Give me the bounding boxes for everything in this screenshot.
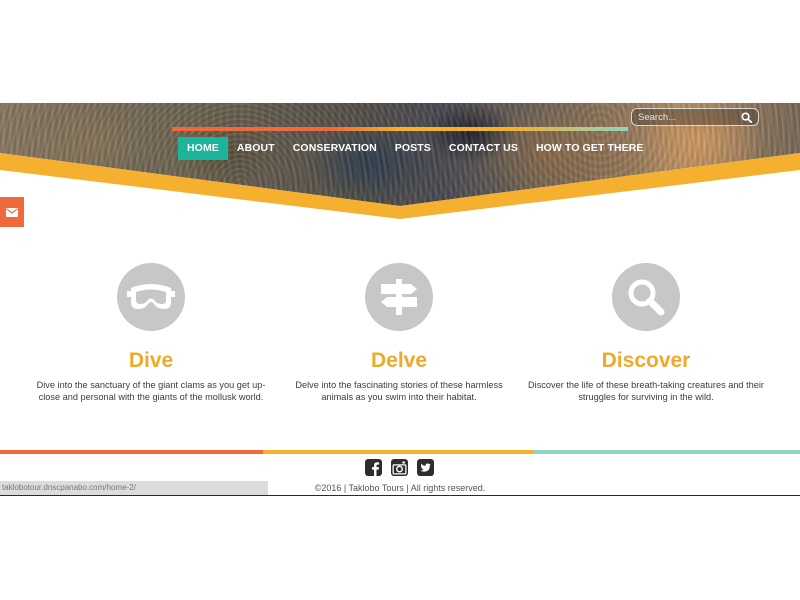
main-nav: HOME ABOUT CONSERVATION POSTS CONTACT US…	[178, 137, 653, 160]
instagram-icon[interactable]	[391, 459, 408, 476]
feature-title: Discover	[601, 349, 691, 372]
nav-item-home[interactable]: HOME	[178, 137, 228, 160]
footer-stripe-yellow	[263, 450, 534, 454]
feature-title: Dive	[128, 349, 174, 372]
feature-description: Discover the life of these breath-taking…	[528, 380, 764, 402]
signpost-icon	[381, 279, 417, 315]
feature-dive: Dive Dive into the sanctuary of the gian…	[31, 263, 271, 403]
search-input[interactable]	[632, 111, 738, 123]
feature-icon-circle	[612, 263, 680, 331]
search-box	[631, 108, 759, 126]
status-bar-url: taklobotour.dnscpanabo.com/home-2/	[0, 481, 268, 495]
nav-item-about[interactable]: ABOUT	[228, 137, 284, 160]
feature-icon-circle	[365, 263, 433, 331]
feature-icon-circle	[117, 263, 185, 331]
nav-item-conservation[interactable]: CONSERVATION	[284, 137, 386, 160]
nav-item-how-to-get-there[interactable]: HOW TO GET THERE	[527, 137, 653, 160]
page-bottom-border	[0, 495, 800, 496]
nav-item-posts[interactable]: POSTS	[386, 137, 440, 160]
diving-mask-icon	[127, 284, 175, 309]
nav-accent-stripe	[172, 127, 628, 131]
feature-discover: Discover Discover the life of these brea…	[526, 263, 766, 403]
mail-tab[interactable]	[0, 197, 24, 227]
envelope-icon	[6, 207, 18, 217]
feature-description: Dive into the sanctuary of the giant cla…	[36, 380, 266, 402]
search-icon[interactable]	[741, 112, 752, 123]
feature-title: Delve	[370, 349, 428, 372]
feature-description: Delve into the fascinating stories of th…	[295, 380, 503, 402]
feature-delve: Delve Delve into the fascinating stories…	[279, 263, 519, 403]
magnifier-icon	[628, 279, 665, 316]
footer-stripe-orange	[0, 450, 263, 454]
footer-stripe-teal	[534, 450, 800, 454]
nav-item-contact-us[interactable]: CONTACT US	[440, 137, 527, 160]
social-links	[365, 459, 434, 476]
facebook-icon[interactable]	[365, 459, 382, 476]
twitter-icon[interactable]	[417, 459, 434, 476]
